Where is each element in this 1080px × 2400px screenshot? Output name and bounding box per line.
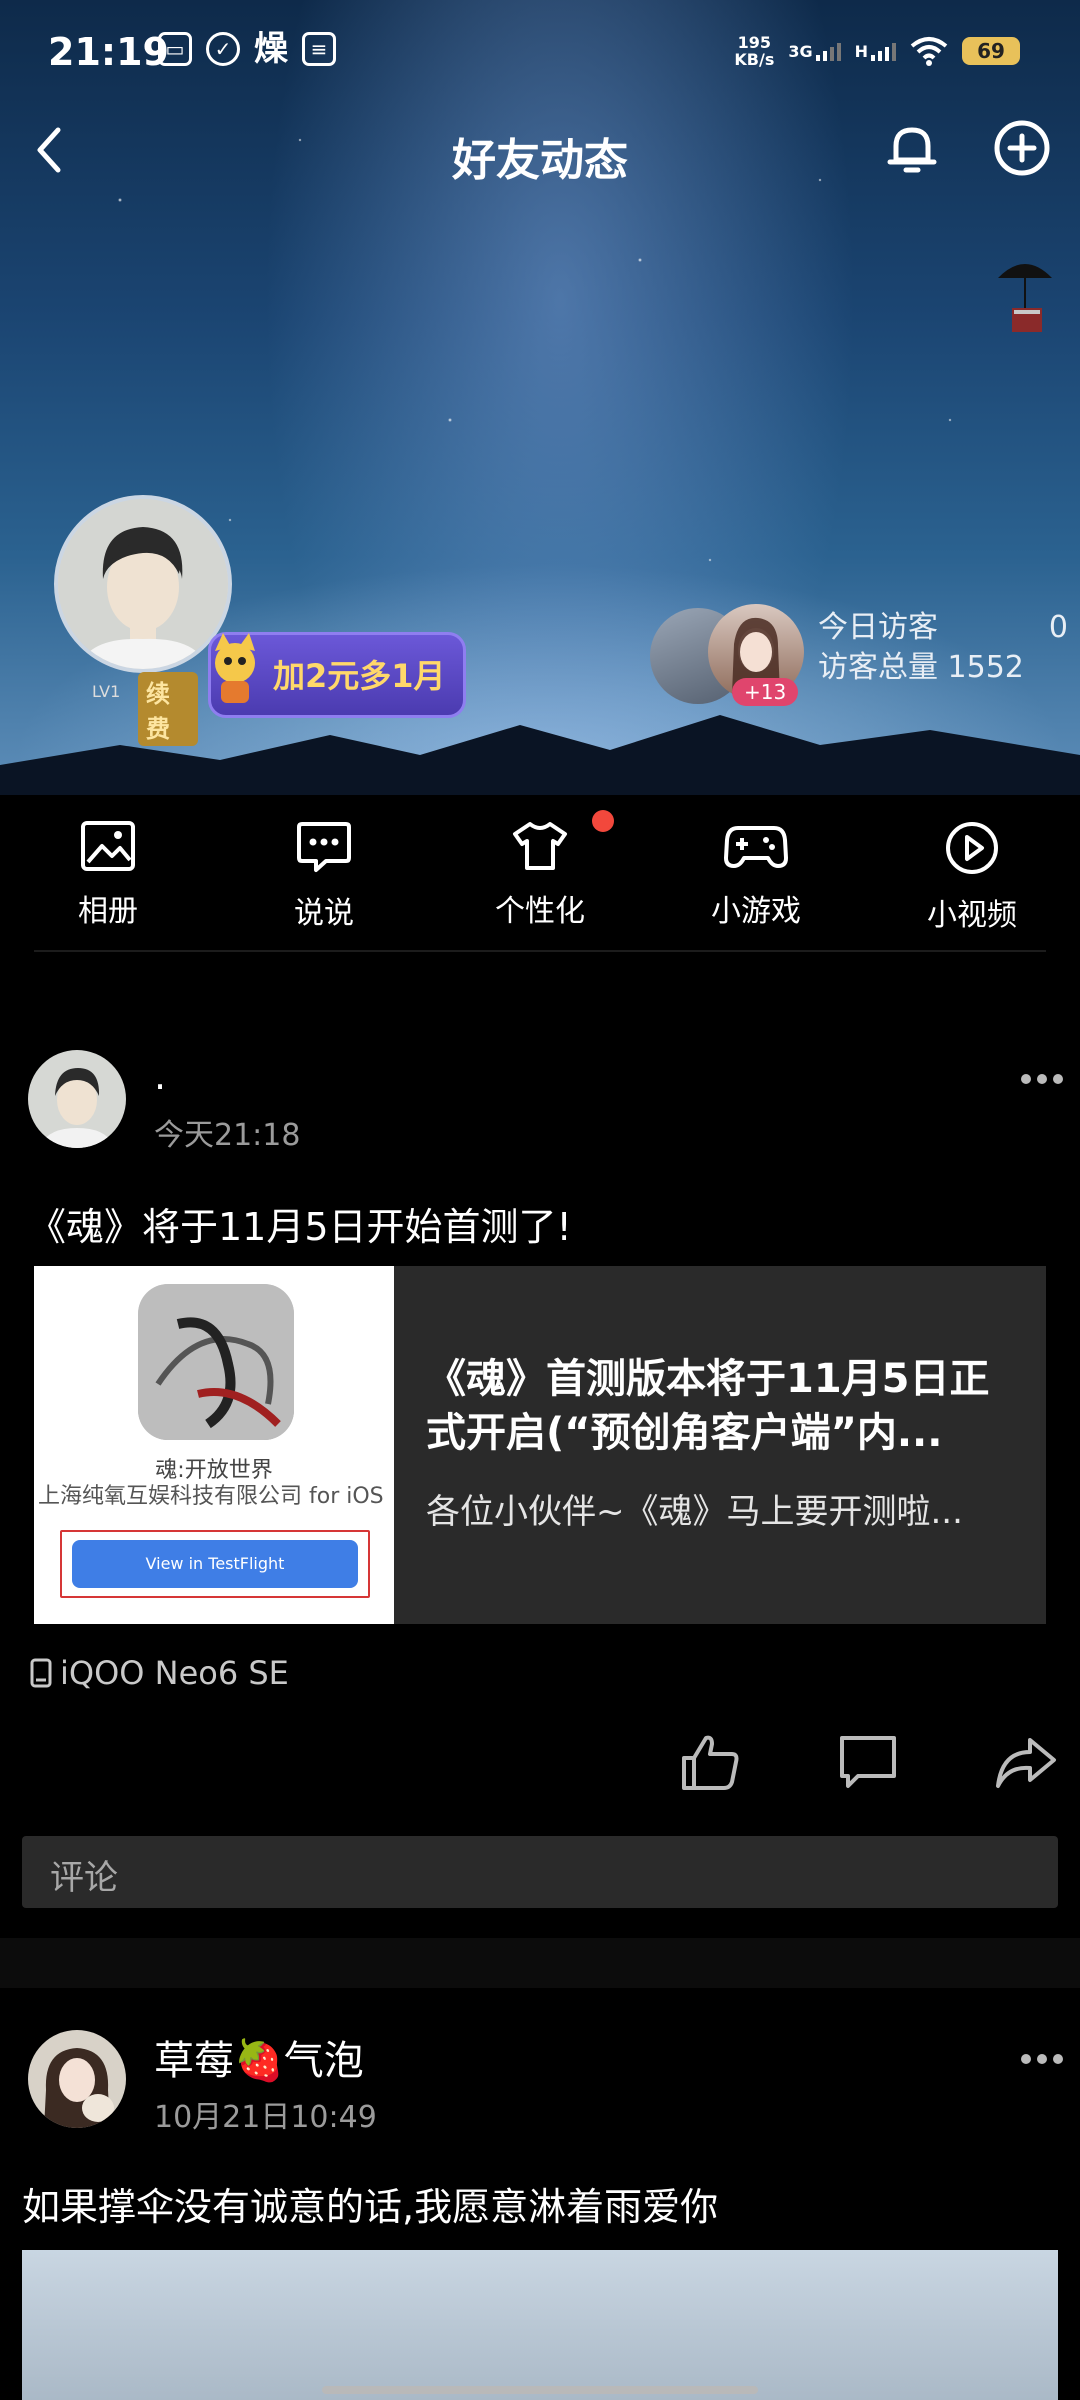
- game-app-icon: [138, 1284, 294, 1440]
- total-visitors-label: 访客总量: [818, 650, 938, 685]
- notification-dot: [592, 810, 614, 832]
- bell-icon[interactable]: [880, 116, 944, 180]
- visitor-extra-count: +13: [732, 678, 799, 706]
- status-time: 21:19: [48, 30, 169, 74]
- inbox-icon: ▭: [158, 32, 192, 66]
- thumb-developer: 上海纯氧互娱科技有限公司 for iOS: [38, 1484, 384, 1509]
- shared-link-card[interactable]: 魂:开放世界 上海纯氧互娱科技有限公司 for iOS View in Test…: [34, 1266, 1046, 1624]
- shortcut-bar: 相册 说说 个性化 小游戏 小视频: [0, 795, 1080, 955]
- total-visitors-value: 1552: [947, 650, 1024, 685]
- divider: [34, 950, 1046, 952]
- shortcut-talk[interactable]: 说说: [254, 820, 394, 932]
- photo-album-icon: [81, 821, 135, 871]
- comment-placeholder: 评论: [50, 1858, 118, 1898]
- renew-label: 续费: [138, 672, 198, 746]
- today-visitors-label: 今日访客: [818, 610, 938, 645]
- home-indicator[interactable]: [322, 2386, 758, 2394]
- weather-icon: 燥: [254, 29, 288, 69]
- shortcut-minigame[interactable]: 小游戏: [686, 820, 826, 930]
- comment-input[interactable]: 评论: [22, 1836, 1058, 1908]
- post-time: 10月21日10:49: [154, 2100, 377, 2135]
- post-separator: [0, 1938, 1080, 1988]
- more-options-icon[interactable]: [1020, 1072, 1064, 1086]
- post-device: iQOO Neo6 SE: [30, 1654, 289, 1692]
- share-icon[interactable]: [994, 1730, 1058, 1794]
- post-text: 如果撑伞没有诚意的话,我愿意淋着雨爱你: [22, 2185, 719, 2229]
- more-options-icon[interactable]: [1020, 2052, 1064, 2066]
- shortcut-label: 小视频: [927, 898, 1017, 933]
- signal-3g: 3G: [788, 42, 841, 61]
- status-notification-icons: ▭ ✓ 燥 ≡: [158, 32, 336, 66]
- level-badge[interactable]: LV1 续费: [88, 668, 198, 746]
- gamepad-icon: [724, 826, 788, 868]
- post-text: 《魂》将于11月5日开始首测了!: [28, 1205, 572, 1249]
- status-bar: 21:19 ▭ ✓ 燥 ≡ 195 KB/s 3G H 69: [0, 0, 1080, 110]
- card-icon: ≡: [302, 32, 336, 66]
- shortcut-label: 小游戏: [711, 894, 801, 929]
- testflight-button: View in TestFlight: [72, 1540, 358, 1588]
- net-speed: 195 KB/s: [734, 33, 775, 69]
- wifi-icon: [910, 37, 948, 66]
- highlight-box: View in TestFlight: [60, 1530, 370, 1598]
- post-author-avatar[interactable]: [28, 1050, 126, 1148]
- check-circle-icon: ✓: [206, 32, 240, 66]
- visitor-stats: 今日访客 0 访客总量 1552: [818, 608, 1068, 688]
- post-author-name[interactable]: 草莓🍓气泡: [154, 2028, 364, 2086]
- shared-link-desc: 各位小伙伴~《魂》马上要开测啦...: [426, 1492, 963, 1532]
- parachute-gift-icon[interactable]: [990, 250, 1060, 340]
- level-text: LV1: [92, 682, 121, 701]
- signal-h: H: [855, 42, 896, 61]
- shortcut-label: 个性化: [495, 894, 585, 929]
- tshirt-icon: [513, 822, 567, 870]
- status-right-icons: 195 KB/s 3G H 69: [734, 34, 1020, 68]
- shared-link-thumbnail: 魂:开放世界 上海纯氧互娱科技有限公司 for iOS View in Test…: [34, 1266, 394, 1624]
- vip-promo-banner[interactable]: 加2元多1月: [208, 632, 466, 718]
- post-time: 今天21:18: [154, 1118, 301, 1153]
- like-icon[interactable]: [678, 1730, 742, 1794]
- chat-bubble-icon: [297, 822, 351, 872]
- add-circle-icon[interactable]: [990, 116, 1054, 180]
- shortcut-label: 相册: [78, 894, 138, 929]
- post-author-name[interactable]: .: [154, 1054, 166, 1098]
- shortcut-label: 说说: [294, 896, 354, 931]
- shortcut-short-video[interactable]: 小视频: [902, 820, 1042, 934]
- shortcut-personalize[interactable]: 个性化: [470, 820, 610, 930]
- visitor-panel[interactable]: +13 今日访客 0 访客总量 1552: [650, 600, 1070, 720]
- shared-link-title: 《魂》首测版本将于11月5日正式开启(“预创角客户端”内...: [426, 1356, 990, 1456]
- device-name: iQOO Neo6 SE: [60, 1654, 289, 1692]
- play-circle-icon: [946, 822, 998, 874]
- post-image[interactable]: [22, 2250, 1058, 2400]
- mascot-icon: [215, 633, 255, 703]
- phone-icon: [30, 1658, 52, 1688]
- shortcut-album[interactable]: 相册: [38, 820, 178, 930]
- post-actions: [0, 1730, 1080, 1800]
- top-nav-bar: 好友动态: [0, 110, 1080, 190]
- vip-promo-text: 加2元多1月: [273, 657, 446, 695]
- comment-icon[interactable]: [836, 1730, 900, 1794]
- battery-indicator: 69: [962, 37, 1020, 65]
- today-visitors-value: 0: [1048, 610, 1068, 645]
- post-author-avatar[interactable]: [28, 2030, 126, 2128]
